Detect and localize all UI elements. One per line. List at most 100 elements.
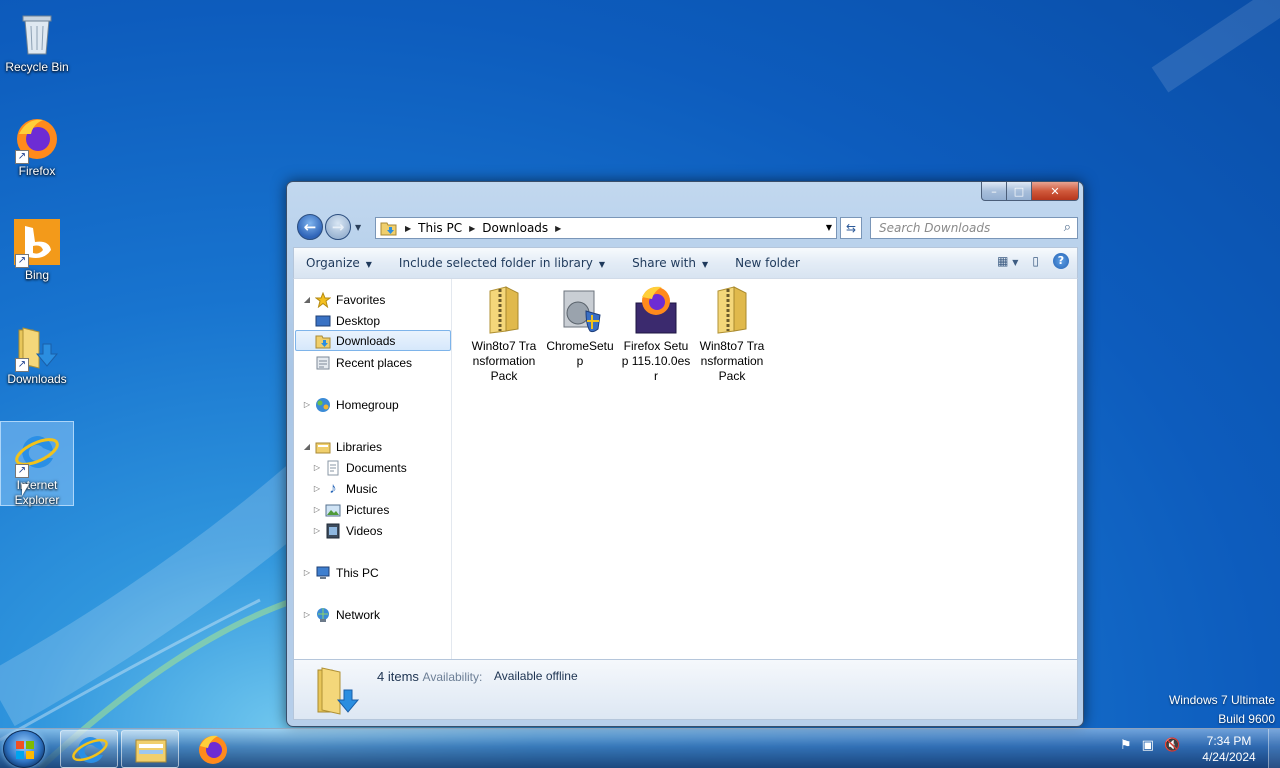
recent-places-icon [315, 355, 331, 371]
downloads-folder-icon: ↗ [13, 322, 61, 372]
nav-downloads[interactable]: Downloads [295, 330, 451, 351]
downloads-folder-icon [315, 333, 331, 349]
address-dropdown-icon[interactable]: ▼ [826, 223, 832, 232]
nav-recent-places[interactable]: Recent places [312, 352, 412, 373]
network-status-icon[interactable]: ▣ [1142, 738, 1154, 753]
view-grid-icon: ▦ [997, 254, 1009, 268]
zip-folder-icon [708, 285, 756, 335]
taskbar: ⚑ ▣ 🔇 7:34 PM 4/24/2024 [0, 728, 1280, 768]
file-item[interactable]: ChromeSetup [545, 285, 615, 369]
nav-network[interactable]: ▷ Network [302, 604, 380, 625]
nav-label: Desktop [336, 313, 381, 328]
item-count: 4 items Availability: [377, 669, 482, 684]
file-list[interactable]: Win8to7 Transformation Pack ChromeSetup … [453, 279, 1077, 659]
desktop-icon-firefox[interactable]: ↗ Firefox [0, 108, 74, 192]
refresh-icon: ⇆ [845, 221, 857, 235]
preview-pane-icon: ▯ [1032, 254, 1039, 268]
details-pane: 4 items Availability: Available offline [293, 660, 1078, 720]
nav-pictures[interactable]: ▷ Pictures [312, 499, 389, 520]
breadcrumb-this-pc[interactable]: This PC [418, 221, 462, 235]
explorer-window[interactable]: – □ ✕ ← → ▼ ▶ This PC ▶ Downloads ▶ ▼ ⇆ … [286, 181, 1084, 727]
breadcrumb-chevron-icon[interactable]: ▶ [555, 224, 561, 233]
action-center-flag-icon[interactable]: ⚑ [1120, 738, 1132, 753]
search-icon[interactable]: ⌕ [1064, 220, 1071, 235]
file-item[interactable]: Win8to7 Transformation Pack [697, 285, 767, 384]
expand-triangle-icon[interactable]: ▷ [312, 526, 322, 535]
nav-label: Homegroup [336, 397, 399, 412]
new-folder-button[interactable]: New folder [723, 256, 815, 270]
expand-triangle-icon[interactable]: ▷ [302, 568, 312, 577]
file-name: Win8to7 Transformation Pack [471, 339, 537, 383]
breadcrumb-chevron-icon[interactable]: ▶ [469, 224, 475, 233]
nav-label: Videos [346, 523, 383, 538]
maximize-button[interactable]: □ [1007, 182, 1032, 201]
homegroup-icon [315, 397, 331, 413]
installer-icon [556, 285, 604, 335]
minimize-button[interactable]: – [981, 182, 1007, 201]
taskbar-firefox[interactable] [184, 730, 242, 768]
desktop-icon-label: Bing [24, 268, 50, 282]
refresh-button[interactable]: ⇆ [840, 217, 862, 239]
libraries-icon [315, 439, 331, 455]
desktop-icon-bing[interactable]: ↗ Bing [0, 212, 74, 296]
organize-button[interactable]: Organize ▼ [294, 256, 387, 270]
item-count-value: 4 items [377, 669, 419, 684]
desktop-icon-internet-explorer[interactable]: ↗ Internet Explorer [0, 421, 74, 507]
nav-label: Network [336, 607, 381, 622]
nav-label: Favorites [336, 292, 386, 307]
share-with-button[interactable]: Share with ▼ [620, 256, 723, 270]
nav-label: Recent places [336, 355, 413, 370]
nav-desktop[interactable]: Desktop [312, 310, 380, 331]
help-button[interactable]: ? [1053, 253, 1069, 269]
recent-pages-dropdown[interactable]: ▼ [355, 223, 361, 232]
taskbar-internet-explorer[interactable] [60, 730, 118, 768]
nav-this-pc[interactable]: ▷ This PC [302, 562, 379, 583]
breadcrumb-downloads[interactable]: Downloads [482, 221, 548, 235]
nav-label: Documents [346, 460, 407, 475]
file-item[interactable]: Firefox Setup 115.10.0esr [621, 285, 691, 384]
pictures-icon [325, 502, 341, 518]
internet-explorer-icon [72, 736, 108, 763]
mouse-cursor [22, 484, 29, 496]
show-desktop-button[interactable] [1268, 729, 1280, 768]
expand-triangle-icon[interactable]: ▷ [302, 400, 312, 409]
breadcrumb-chevron-icon[interactable]: ▶ [405, 224, 411, 233]
start-button[interactable] [3, 730, 45, 768]
close-button[interactable]: ✕ [1032, 182, 1079, 201]
shortcut-arrow-icon: ↗ [15, 150, 29, 164]
downloads-folder-small-icon [380, 222, 397, 236]
search-input[interactable]: Search Downloads ⌕ [870, 217, 1078, 239]
file-explorer-icon [135, 739, 167, 763]
collapse-triangle-icon[interactable]: ◢ [302, 442, 312, 451]
nav-homegroup[interactable]: ▷ Homegroup [302, 394, 399, 415]
taskbar-file-explorer[interactable] [121, 730, 179, 768]
nav-favorites[interactable]: ◢ Favorites [302, 289, 385, 310]
change-view-button[interactable]: ▦ ▼ [997, 254, 1018, 268]
system-tray: ⚑ ▣ 🔇 [1120, 738, 1180, 753]
watermark-edition: Windows 7 Ultimate [1168, 693, 1275, 707]
preview-pane-button[interactable]: ▯ [1032, 254, 1039, 268]
file-name: ChromeSetup [546, 339, 614, 368]
expand-triangle-icon[interactable]: ▷ [312, 505, 322, 514]
address-bar[interactable]: ▶ This PC ▶ Downloads ▶ ▼ [375, 217, 837, 239]
nav-libraries[interactable]: ◢ Libraries [302, 436, 382, 457]
back-button[interactable]: ← [297, 214, 323, 240]
navigation-pane[interactable]: ◢ Favorites Desktop Downloads Recent pla… [294, 279, 452, 659]
firefox-installer-icon [632, 285, 680, 335]
nav-documents[interactable]: ▷ Documents [312, 457, 407, 478]
file-item[interactable]: Win8to7 Transformation Pack [469, 285, 539, 384]
desktop-icon-recycle-bin[interactable]: Recycle Bin [0, 4, 74, 88]
expand-triangle-icon[interactable]: ▷ [312, 463, 322, 472]
nav-videos[interactable]: ▷ Videos [312, 520, 382, 541]
desktop-icon-downloads[interactable]: ↗ Downloads [0, 316, 74, 400]
forward-button[interactable]: → [325, 214, 351, 240]
volume-muted-icon[interactable]: 🔇 [1164, 738, 1180, 753]
forward-arrow-icon: → [331, 218, 345, 236]
collapse-triangle-icon[interactable]: ◢ [302, 295, 312, 304]
clock[interactable]: 7:34 PM 4/24/2024 [1196, 733, 1262, 765]
expand-triangle-icon[interactable]: ▷ [312, 484, 322, 493]
include-library-button[interactable]: Include selected folder in library ▼ [387, 256, 620, 270]
windows-logo-icon [16, 741, 34, 759]
nav-music[interactable]: ▷ ♪ Music [312, 478, 377, 499]
expand-triangle-icon[interactable]: ▷ [302, 610, 312, 619]
